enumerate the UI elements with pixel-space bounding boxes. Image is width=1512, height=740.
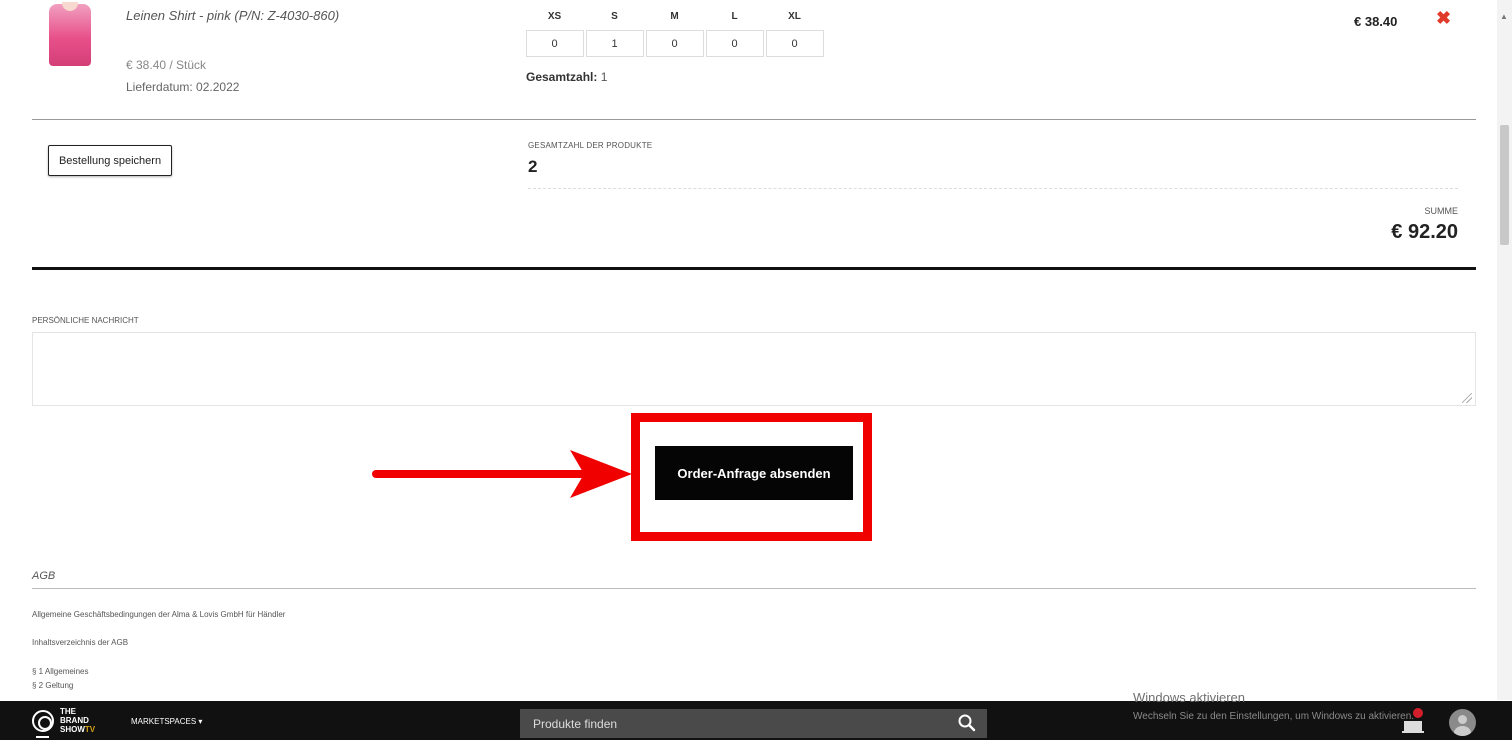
size-column-m: M: [645, 10, 704, 57]
search-input[interactable]: [533, 715, 933, 733]
size-qty-input-l[interactable]: [705, 30, 764, 57]
vertical-scrollbar[interactable]: [1497, 0, 1512, 700]
submit-order-request-button[interactable]: Order-Anfrage absenden: [655, 446, 853, 500]
divider: [32, 588, 1476, 589]
brand-logo-icon[interactable]: [32, 710, 54, 732]
product-thumbnail[interactable]: [49, 2, 91, 66]
brand-word: SHOW: [60, 725, 85, 734]
line-price: € 38.40: [1354, 14, 1398, 29]
product-total-count: Gesamtzahl: 1: [526, 70, 607, 84]
brand-word: THE: [60, 707, 76, 716]
size-column-xs: XS: [525, 10, 584, 57]
cart-badge: [1413, 708, 1423, 718]
total-count-value: 1: [600, 70, 608, 84]
size-label: XS: [547, 11, 562, 22]
size-column-s: S: [585, 10, 644, 57]
search-icon[interactable]: [957, 713, 977, 733]
divider: [528, 188, 1458, 189]
total-count-label: Gesamtzahl:: [526, 70, 598, 84]
agb-title: AGB: [32, 570, 56, 582]
size-label: S: [611, 11, 618, 22]
marketspaces-dropdown[interactable]: MARKETSPACES ▾: [131, 717, 202, 726]
windows-activation-text: Wechseln Sie zu den Einstellungen, um Wi…: [1133, 711, 1415, 722]
brand-tv: TV: [84, 725, 96, 734]
agb-text: Allgemeine Geschäftsbedingungen der Alma…: [32, 610, 286, 619]
size-label: M: [670, 11, 679, 22]
size-qty-input-m[interactable]: [645, 30, 704, 57]
size-qty-input-xs[interactable]: [525, 30, 584, 57]
size-qty-input-s[interactable]: [585, 30, 644, 57]
arrow-right-icon: [372, 450, 632, 498]
size-label: L: [731, 11, 738, 22]
size-qty-input-xl[interactable]: [765, 30, 824, 57]
size-quantity-grid: XS S M L XL: [525, 10, 824, 57]
avatar[interactable]: [1449, 709, 1476, 736]
personal-message-textarea[interactable]: [32, 332, 1476, 406]
windows-activation-title: Windows aktivieren: [1133, 690, 1245, 705]
total-products-value: 2: [528, 157, 538, 176]
agb-text: Inhaltsverzeichnis der AGB: [32, 638, 129, 647]
product-unit-price: € 38.40 / Stück: [126, 58, 207, 72]
size-column-l: L: [705, 10, 764, 57]
sum-value: € 92.20: [1391, 221, 1458, 243]
product-delivery-date: Lieferdatum: 02.2022: [126, 80, 240, 94]
brand-logo-text[interactable]: THE BRAND SHOWTV: [60, 707, 95, 734]
sum-label: SUMME: [1424, 206, 1459, 216]
agb-text: § 1 Allgemeines: [32, 667, 89, 676]
brand-word: SHOWTV: [60, 725, 95, 734]
brand-logo-underline: [36, 736, 49, 738]
product-title[interactable]: Leinen Shirt - pink (P/N: Z-4030-860): [126, 8, 339, 23]
size-label: XL: [788, 11, 801, 22]
agb-text: § 2 Geltung: [32, 681, 74, 690]
scrollbar-thumb[interactable]: [1500, 125, 1509, 245]
divider: [32, 119, 1476, 120]
total-products-label: GESAMTZAHL DER PRODUKTE: [528, 141, 653, 150]
save-order-button[interactable]: Bestellung speichern: [48, 145, 172, 176]
divider: [32, 267, 1476, 270]
size-column-xl: XL: [765, 10, 824, 57]
resize-grip-icon[interactable]: [1462, 393, 1472, 403]
close-icon[interactable]: ✖: [1436, 8, 1451, 29]
page: Leinen Shirt - pink (P/N: Z-4030-860) € …: [0, 0, 1512, 740]
personal-message-label: PERSÖNLICHE NACHRICHT: [32, 316, 139, 325]
scroll-up-icon[interactable]: ▲: [1500, 12, 1508, 21]
brand-word: BRAND: [60, 716, 89, 725]
